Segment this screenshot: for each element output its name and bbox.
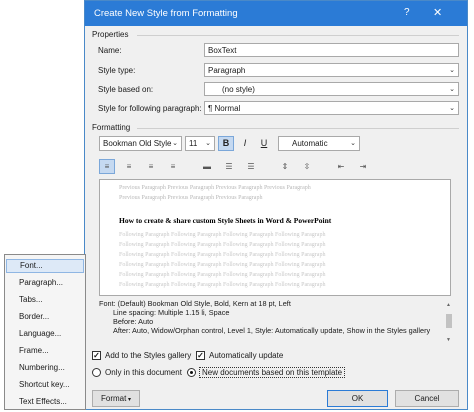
following-label: Style for following paragraph: [98, 104, 202, 113]
menu-item-font[interactable]: Font... [6, 259, 84, 273]
font-size-select[interactable]: 11 ⌄ [185, 136, 215, 151]
menu-item-paragraph[interactable]: Paragraph... [19, 278, 63, 287]
double-spacing-icon[interactable]: ☰ [243, 159, 259, 174]
properties-section-label: Properties [92, 30, 129, 39]
bold-button[interactable]: B [218, 136, 234, 151]
new-documents-radio[interactable] [187, 368, 196, 377]
align-center-icon[interactable]: ≡ [121, 159, 137, 174]
auto-update-label: Automatically update [209, 351, 284, 360]
font-color-select[interactable]: Automatic ⌄ [278, 136, 360, 151]
justify-icon[interactable]: ≡ [165, 159, 181, 174]
decrease-spacing-icon[interactable]: ⇳ [299, 159, 315, 174]
name-input[interactable]: BoxText [204, 43, 459, 57]
previous-paragraph-text: Previous Paragraph Previous Paragraph Pr… [119, 185, 311, 191]
create-style-dialog: Create New Style from Formatting ? ✕ Pro… [84, 0, 468, 410]
chevron-down-icon: ⌄ [449, 67, 455, 74]
chevron-down-icon: ⌄ [172, 140, 178, 147]
based-on-value: (no style) [222, 85, 255, 94]
increase-indent-icon[interactable]: ⇥ [355, 159, 371, 174]
based-on-select[interactable]: (no style) ⌄ [204, 82, 459, 96]
following-style-select[interactable]: ¶ Normal ⌄ [204, 101, 459, 115]
following-paragraph-text: Following Paragraph Following Paragraph … [119, 232, 326, 238]
menu-item-frame[interactable]: Frame... [19, 346, 49, 355]
single-spacing-icon[interactable]: ▬ [199, 159, 215, 174]
following-paragraph-text: Following Paragraph Following Paragraph … [119, 282, 326, 288]
menu-item-text-effects[interactable]: Text Effects... [19, 397, 67, 406]
style-description: Font: (Default) Bookman Old Style, Bold,… [99, 300, 451, 344]
sample-text: How to create & share custom Style Sheet… [119, 216, 332, 225]
add-to-gallery-label: Add to the Styles gallery [105, 351, 192, 360]
style-type-value: Paragraph [208, 66, 246, 75]
one-half-spacing-icon[interactable]: ☰ [221, 159, 237, 174]
format-button[interactable]: Format ▾ [92, 390, 140, 407]
cancel-button[interactable]: Cancel [395, 390, 459, 407]
menu-item-numbering[interactable]: Numbering... [19, 363, 65, 372]
close-icon[interactable]: ✕ [433, 6, 442, 19]
name-label: Name: [98, 46, 122, 55]
properties-divider [137, 35, 459, 36]
chevron-down-icon: ⌄ [449, 105, 455, 112]
caret-down-icon: ▾ [126, 397, 132, 403]
following-paragraph-text: Following Paragraph Following Paragraph … [119, 252, 326, 258]
add-to-gallery-checkbox[interactable]: ✓ [92, 351, 101, 360]
scroll-down-icon[interactable]: ▼ [446, 337, 451, 343]
italic-button[interactable]: I [237, 136, 253, 151]
following-paragraph-text: Following Paragraph Following Paragraph … [119, 262, 326, 268]
scroll-up-icon[interactable]: ▲ [446, 302, 451, 308]
based-on-label: Style based on: [98, 85, 154, 94]
only-this-document-label: Only in this document [105, 368, 182, 377]
name-value: BoxText [208, 46, 237, 55]
menu-item-tabs[interactable]: Tabs... [19, 295, 43, 304]
dialog-title: Create New Style from Formatting [94, 8, 238, 19]
help-icon[interactable]: ? [404, 7, 410, 18]
menu-item-language[interactable]: Language... [19, 329, 61, 338]
following-paragraph-text: Following Paragraph Following Paragraph … [119, 242, 326, 248]
font-name-value: Bookman Old Style [103, 139, 172, 148]
increase-spacing-icon[interactable]: ⇕ [277, 159, 293, 174]
format-menu: Font... Paragraph... Tabs... Border... L… [4, 254, 86, 410]
format-button-label: Format [100, 394, 127, 403]
menu-item-border[interactable]: Border... [19, 312, 49, 321]
align-right-icon[interactable]: ≡ [143, 159, 159, 174]
menu-item-shortcut-key[interactable]: Shortcut key... [19, 380, 70, 389]
ok-button[interactable]: OK [327, 390, 388, 407]
following-value: ¶ Normal [208, 104, 241, 113]
decrease-indent-icon[interactable]: ⇤ [333, 159, 349, 174]
font-name-select[interactable]: Bookman Old Style ⌄ [99, 136, 182, 151]
auto-update-checkbox[interactable]: ✓ [196, 351, 205, 360]
new-documents-label: New documents based on this template [199, 367, 346, 378]
only-this-document-radio[interactable] [92, 368, 101, 377]
style-type-select[interactable]: Paragraph ⌄ [204, 63, 459, 77]
chevron-down-icon: ⌄ [449, 86, 455, 93]
chevron-down-icon: ⌄ [205, 140, 211, 147]
align-left-icon[interactable]: ≡ [99, 159, 115, 174]
title-bar: Create New Style from Formatting ? ✕ [85, 1, 467, 26]
description-scrollbar[interactable]: ▲ ▼ [445, 301, 453, 344]
scroll-thumb[interactable] [446, 314, 452, 328]
previous-paragraph-text: Previous Paragraph Previous Paragraph Pr… [119, 195, 263, 201]
font-size-value: 11 [189, 139, 198, 148]
font-color-value: Automatic [292, 139, 328, 148]
style-type-label: Style type: [98, 66, 136, 75]
style-preview: Previous Paragraph Previous Paragraph Pr… [99, 179, 451, 296]
chevron-down-icon: ⌄ [350, 140, 356, 147]
following-paragraph-text: Following Paragraph Following Paragraph … [119, 272, 326, 278]
formatting-section-label: Formatting [92, 123, 131, 132]
description-line: After: Auto, Widow/Orphan control, Level… [113, 325, 431, 335]
underline-button[interactable]: U [256, 136, 272, 151]
formatting-divider [137, 128, 459, 129]
